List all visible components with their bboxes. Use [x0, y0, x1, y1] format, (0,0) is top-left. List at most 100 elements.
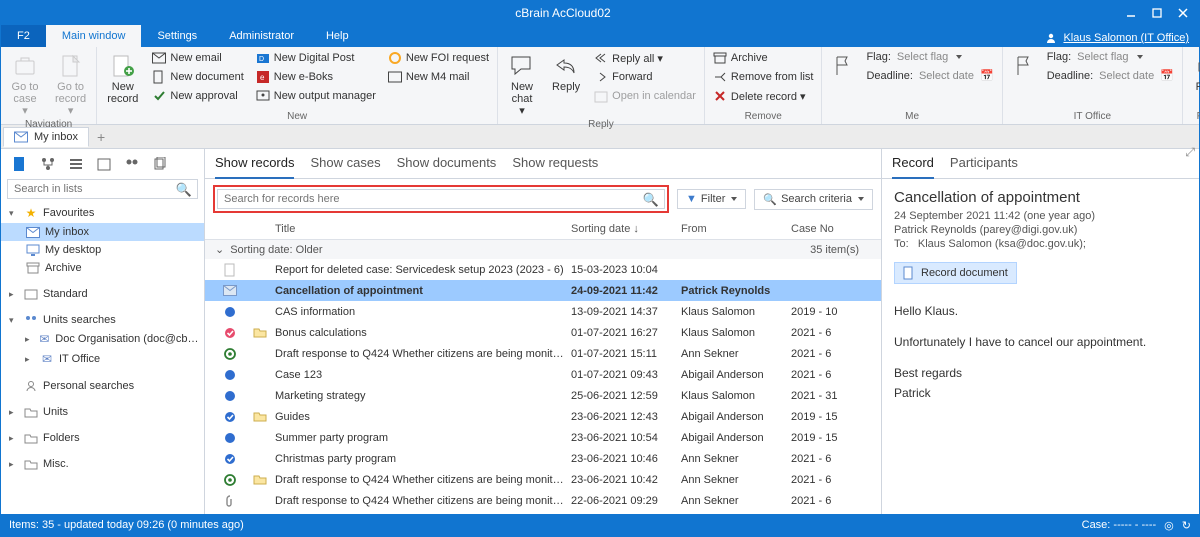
archive-button[interactable]: Archive: [709, 49, 818, 67]
col-sorting-date[interactable]: Sorting date ↓: [571, 223, 681, 235]
it-deadline-select[interactable]: Deadline:Select date📅: [1043, 67, 1178, 84]
list-row[interactable]: CAS information13-09-2021 14:37Klaus Sal…: [205, 301, 881, 322]
col-case-no[interactable]: Case No: [791, 223, 881, 235]
col-from[interactable]: From: [681, 223, 791, 235]
tab-settings[interactable]: Settings: [141, 25, 213, 47]
sidebar-view-list-icon[interactable]: [67, 155, 85, 173]
row-type-icon: [215, 494, 245, 508]
list-row[interactable]: Case 12301-07-2021 09:43Abigail Anderson…: [205, 364, 881, 385]
list-row[interactable]: Cancellation of appointment24-09-2021 11…: [205, 280, 881, 301]
list-row[interactable]: Guides23-06-2021 12:43Abigail Anderson20…: [205, 406, 881, 427]
new-approval-button[interactable]: New approval: [148, 87, 247, 105]
remove-icon: [713, 70, 727, 84]
list-row[interactable]: Draft response to Q424 Whether citizens …: [205, 343, 881, 364]
new-chat-button[interactable]: New chat ▾: [502, 49, 542, 119]
records-search-input[interactable]: [217, 189, 665, 209]
print-button[interactable]: Print ▾: [1187, 49, 1200, 107]
new-m4-button[interactable]: New M4 mail: [384, 68, 493, 86]
search-icon[interactable]: 🔍: [176, 182, 192, 198]
view-tab-cases[interactable]: Show cases: [310, 155, 380, 174]
search-icon[interactable]: 🔍: [643, 192, 659, 208]
preview-tab-record[interactable]: Record: [892, 155, 934, 179]
search-criteria-button[interactable]: 🔍Search criteria: [754, 189, 873, 210]
new-document-button[interactable]: New document: [148, 68, 247, 86]
row-date: 01-07-2021 16:27: [571, 327, 681, 339]
tree-personal[interactable]: Personal searches: [1, 377, 204, 395]
calendar-picker-icon: 📅: [980, 69, 994, 82]
tree-it-office[interactable]: ▸✉IT Office: [1, 349, 204, 369]
close-icon[interactable]: [1177, 7, 1189, 19]
sidebar-search-input[interactable]: [7, 179, 198, 199]
preview-body-line: Unfortunately I have to cancel our appoi…: [894, 333, 1187, 352]
preview-body-line: Hello Klaus.: [894, 302, 1187, 321]
document-pill-icon: [903, 266, 915, 280]
svg-text:e: e: [260, 73, 265, 82]
list-row[interactable]: New strategy21-06-2021 09:43Klaus Salomo…: [205, 511, 881, 514]
tree-desktop[interactable]: My desktop: [1, 241, 204, 259]
me-flag-big[interactable]: [826, 49, 858, 83]
tree-units-searches[interactable]: ▾Units searches: [1, 311, 204, 329]
remove-from-list-button[interactable]: Remove from list: [709, 68, 818, 86]
forward-button[interactable]: Forward: [590, 68, 700, 86]
tree-favourites[interactable]: ▾★Favourites: [1, 203, 204, 223]
col-title[interactable]: Title: [275, 223, 571, 235]
maximize-icon[interactable]: [1151, 7, 1163, 19]
tree-archive[interactable]: Archive: [1, 259, 204, 277]
tree-standard[interactable]: ▸Standard: [1, 285, 204, 303]
user-link[interactable]: Klaus Salomon (IT Office): [1045, 32, 1199, 47]
tab-administrator[interactable]: Administrator: [213, 25, 310, 47]
new-foi-button[interactable]: New FOI request: [384, 49, 493, 67]
row-case: 2021 - 31: [791, 390, 881, 402]
record-document-pill[interactable]: Record document: [894, 262, 1017, 284]
filter-button[interactable]: ▼Filter: [677, 189, 746, 209]
reply-button[interactable]: Reply: [546, 49, 586, 95]
new-output-manager-button[interactable]: New output manager: [252, 87, 380, 105]
sidebar-view-docs-icon[interactable]: [11, 155, 29, 173]
tree-folders[interactable]: ▸Folders: [1, 429, 204, 447]
open-calendar-button[interactable]: Open in calendar: [590, 87, 700, 105]
tab-help[interactable]: Help: [310, 25, 365, 47]
list-row[interactable]: Report for deleted case: Servicedesk set…: [205, 259, 881, 280]
view-tab-records[interactable]: Show records: [215, 155, 294, 179]
sidebar-view-org-icon[interactable]: [39, 155, 57, 173]
me-flag-select[interactable]: Flag:Select flag: [862, 49, 997, 65]
expand-icon[interactable]: ⤢: [1185, 145, 1195, 160]
digital-post-icon: D: [256, 51, 270, 65]
add-tab-button[interactable]: +: [89, 126, 113, 148]
status-target-icon[interactable]: ◎: [1164, 519, 1174, 532]
list-row[interactable]: Bonus calculations01-07-2021 16:27Klaus …: [205, 322, 881, 343]
email-icon: [152, 51, 166, 65]
sidebar-view-users-icon[interactable]: [123, 155, 141, 173]
delete-record-button[interactable]: Delete record ▾: [709, 87, 818, 105]
view-tab-documents[interactable]: Show documents: [397, 155, 497, 174]
it-flag-select[interactable]: Flag:Select flag: [1043, 49, 1178, 65]
list-row[interactable]: Christmas party program23-06-2021 10:46A…: [205, 448, 881, 469]
list-row[interactable]: Marketing strategy25-06-2021 12:59Klaus …: [205, 385, 881, 406]
minimize-icon[interactable]: [1125, 7, 1137, 19]
status-refresh-icon[interactable]: ↻: [1182, 519, 1191, 532]
it-flag-big[interactable]: [1007, 49, 1039, 83]
new-record-button[interactable]: New record: [101, 49, 144, 107]
group-header[interactable]: ⌄ Sorting date: Older 35 item(s): [205, 240, 881, 259]
list-row[interactable]: Summer party program23-06-2021 10:54Abig…: [205, 427, 881, 448]
tree-misc[interactable]: ▸Misc.: [1, 455, 204, 473]
row-flag-icon: [245, 474, 275, 485]
tab-f2[interactable]: F2: [1, 25, 46, 47]
tree-inbox[interactable]: My inbox: [1, 223, 204, 241]
preview-tab-participants[interactable]: Participants: [950, 155, 1018, 174]
tree-units[interactable]: ▸Units: [1, 403, 204, 421]
list-row[interactable]: Draft response to Q424 Whether citizens …: [205, 490, 881, 511]
reply-all-button[interactable]: Reply all ▾: [590, 49, 700, 67]
sidebar-view-calendar-icon[interactable]: [95, 155, 113, 173]
me-deadline-select[interactable]: Deadline:Select date📅: [862, 67, 997, 84]
sidebar-view-copy-icon[interactable]: [151, 155, 169, 173]
doc-tab-inbox[interactable]: My inbox: [3, 127, 89, 147]
row-from: Abigail Anderson: [681, 411, 791, 423]
tree-doc-org[interactable]: ▸✉Doc Organisation (doc@cbrain.dk): [1, 329, 204, 349]
list-row[interactable]: Draft response to Q424 Whether citizens …: [205, 469, 881, 490]
new-digital-post-button[interactable]: DNew Digital Post: [252, 49, 380, 67]
new-eboks-button[interactable]: eNew e-Boks: [252, 68, 380, 86]
tab-main-window[interactable]: Main window: [46, 25, 142, 47]
view-tab-requests[interactable]: Show requests: [512, 155, 598, 174]
new-email-button[interactable]: New email: [148, 49, 247, 67]
